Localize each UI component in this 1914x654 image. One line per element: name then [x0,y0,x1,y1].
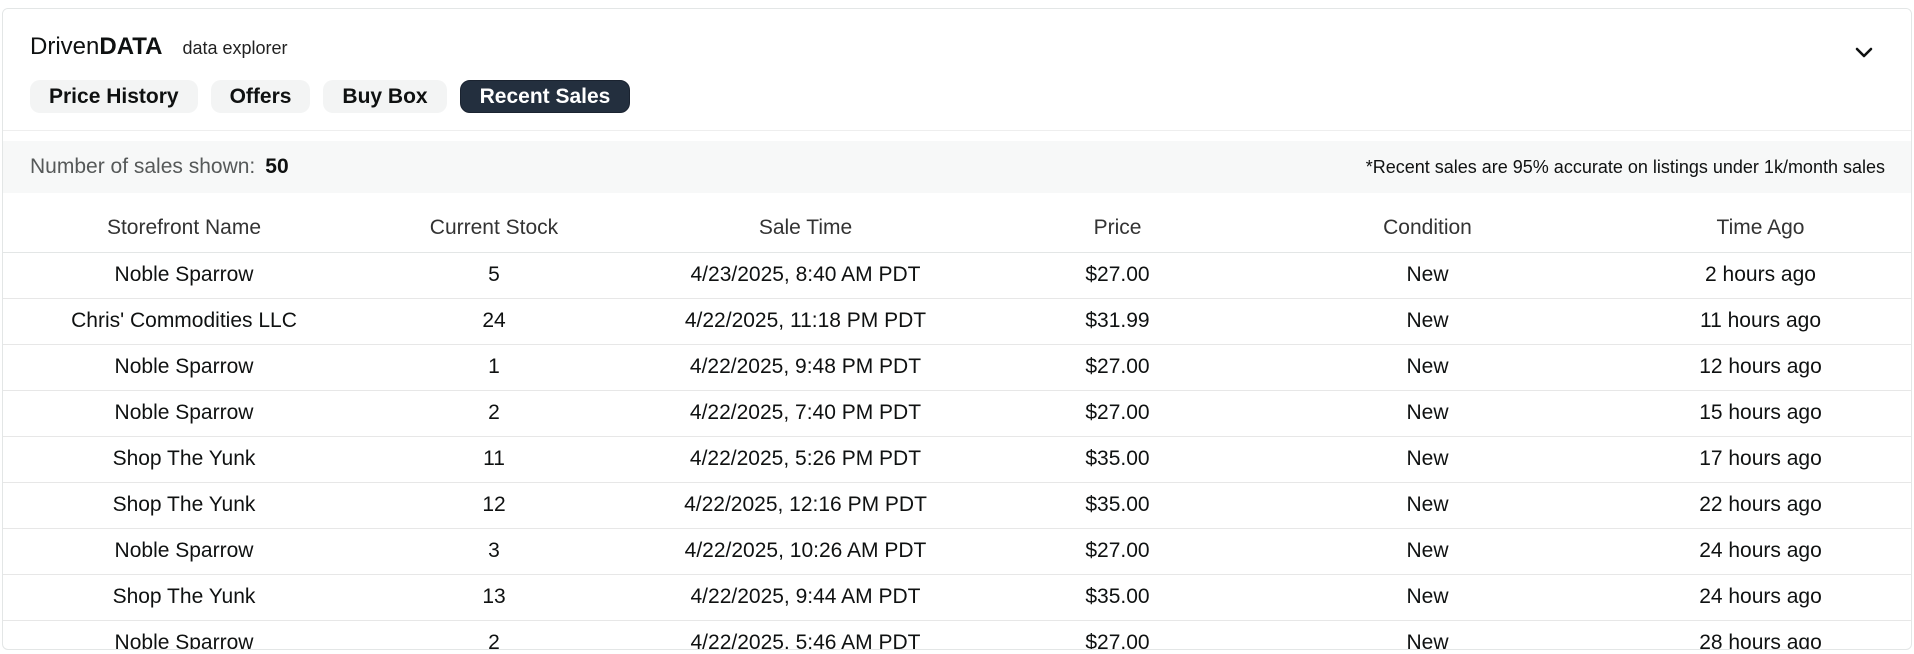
stock-cell: 24 [365,298,623,345]
price-cell: $27.00 [988,620,1247,649]
stock-cell: 2 [365,390,623,437]
stock-cell: 5 [365,252,623,299]
condition-cell: New [1247,482,1608,529]
storefront-cell: Noble Sparrow [3,390,365,437]
tab-recent-sales[interactable]: Recent Sales [459,80,631,113]
table-row: Noble Sparrow 5 4/23/2025, 8:40 AM PDT $27.… [3,252,1911,299]
condition-cell: New [1247,620,1608,649]
price-cell: $27.00 [988,344,1247,391]
storefront-cell: Shop The Yunk [3,436,365,483]
sale-time-cell: 4/22/2025, 9:44 AM PDT [623,574,988,621]
condition-cell: New [1247,390,1608,437]
sale-time-cell: 4/22/2025, 5:46 AM PDT [623,620,988,649]
condition-cell: New [1247,528,1608,575]
storefront-cell: Shop The Yunk [3,482,365,529]
price-cell: $35.00 [988,436,1247,483]
time-ago-cell: 12 hours ago [1608,344,1911,391]
storefront-cell: Noble Sparrow [3,344,365,391]
tab-offers[interactable]: Offers [210,80,311,113]
time-ago-cell: 15 hours ago [1608,390,1911,437]
time-ago-cell: 24 hours ago [1608,528,1911,575]
price-cell: $27.00 [988,252,1247,299]
stock-cell: 12 [365,482,623,529]
brand-name-bold: DATA [99,33,163,60]
sales-count-value: 50 [265,155,289,178]
chevron-down-icon[interactable] [1851,39,1877,65]
brand: DrivenDATA data explorer [30,33,288,61]
column-header-price[interactable]: Price [988,205,1247,253]
storefront-cell: Shop The Yunk [3,574,365,621]
time-ago-cell: 17 hours ago [1608,436,1911,483]
condition-cell: New [1247,298,1608,345]
column-header-storefront[interactable]: Storefront Name [3,205,365,253]
stock-cell: 1 [365,344,623,391]
time-ago-cell: 24 hours ago [1608,574,1911,621]
table-row: Noble Sparrow 3 4/22/2025, 10:26 AM PDT $27… [3,528,1911,575]
sale-time-cell: 4/22/2025, 7:40 PM PDT [623,390,988,437]
storefront-cell: Noble Sparrow [3,528,365,575]
column-header-sale-time[interactable]: Sale Time [623,205,988,253]
price-cell: $31.99 [988,298,1247,345]
condition-cell: New [1247,252,1608,299]
column-header-time-ago[interactable]: Time Ago [1608,205,1911,253]
sales-info-bar: Number of sales shown: 50 *Recent sales a… [3,141,1911,193]
stock-cell: 3 [365,528,623,575]
stock-cell: 11 [365,436,623,483]
tab-price-history[interactable]: Price History [30,80,198,113]
sale-time-cell: 4/22/2025, 12:16 PM PDT [623,482,988,529]
price-cell: $27.00 [988,390,1247,437]
storefront-cell: Noble Sparrow [3,620,365,649]
panel-header: DrivenDATA data explorer Price History O… [3,9,1911,131]
table-row: Shop The Yunk 11 4/22/2025, 5:26 PM PDT $35… [3,436,1911,483]
condition-cell: New [1247,574,1608,621]
price-cell: $27.00 [988,528,1247,575]
sale-time-cell: 4/22/2025, 10:26 AM PDT [623,528,988,575]
sales-table: Storefront Name Current Stock Sale Time … [3,205,1911,649]
storefront-cell: Noble Sparrow [3,252,365,299]
price-cell: $35.00 [988,574,1247,621]
sale-time-cell: 4/22/2025, 11:18 PM PDT [623,298,988,345]
table-header-row: Storefront Name Current Stock Sale Time … [3,205,1911,253]
stock-cell: 13 [365,574,623,621]
table-row: Shop The Yunk 12 4/22/2025, 12:16 PM PDT $3… [3,482,1911,529]
sale-time-cell: 4/23/2025, 8:40 AM PDT [623,252,988,299]
storefront-cell: Chris' Commodities LLC [3,298,365,345]
tab-bar: Price History Offers Buy Box Recent Sale… [30,80,631,113]
sales-table-body: Noble Sparrow 5 4/23/2025, 8:40 AM PDT $27.… [3,252,1911,649]
condition-cell: New [1247,436,1608,483]
table-row: Noble Sparrow 1 4/22/2025, 9:48 PM PDT $27.… [3,344,1911,391]
sales-table-container[interactable]: Storefront Name Current Stock Sale Time … [3,205,1911,649]
time-ago-cell: 28 hours ago [1608,620,1911,649]
sales-count: Number of sales shown: 50 [30,155,289,179]
data-explorer-panel: DrivenDATA data explorer Price History O… [2,8,1912,650]
time-ago-cell: 22 hours ago [1608,482,1911,529]
table-row: Chris' Commodities LLC 24 4/22/2025, 11:18… [3,298,1911,345]
condition-cell: New [1247,344,1608,391]
table-row: Shop The Yunk 13 4/22/2025, 9:44 AM PDT $35… [3,574,1911,621]
brand-name-plain: Driven [30,33,100,60]
column-header-stock[interactable]: Current Stock [365,205,623,253]
time-ago-cell: 11 hours ago [1608,298,1911,345]
tab-buy-box[interactable]: Buy Box [323,80,447,113]
sale-time-cell: 4/22/2025, 9:48 PM PDT [623,344,988,391]
column-header-condition[interactable]: Condition [1247,205,1608,253]
brand-subtitle: data explorer [182,38,288,58]
time-ago-cell: 2 hours ago [1608,252,1911,299]
price-cell: $35.00 [988,482,1247,529]
table-row: Noble Sparrow 2 4/22/2025, 7:40 PM PDT $27.… [3,390,1911,437]
stock-cell: 2 [365,620,623,649]
accuracy-note: *Recent sales are 95% accurate on listin… [1365,156,1885,177]
sale-time-cell: 4/22/2025, 5:26 PM PDT [623,436,988,483]
sales-count-label: Number of sales shown: [30,155,256,178]
brand-logo: DrivenDATA [30,33,162,61]
table-row: Noble Sparrow 2 4/22/2025, 5:46 AM PDT $27.… [3,620,1911,649]
